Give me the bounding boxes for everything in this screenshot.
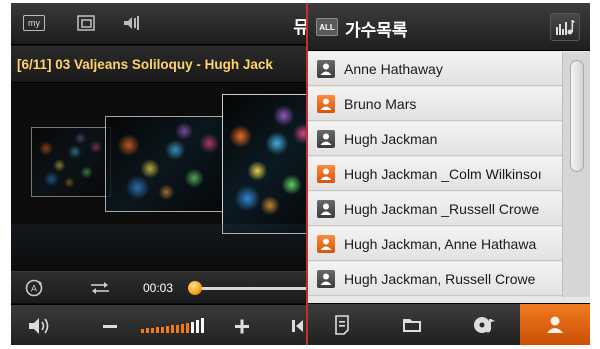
tab-albums[interactable] bbox=[448, 304, 520, 345]
person-icon bbox=[317, 130, 335, 148]
tab-artists[interactable] bbox=[520, 304, 590, 345]
person-icon bbox=[317, 200, 335, 218]
artist-row[interactable]: Hugh Jackman _Colm Wilkinsoı bbox=[308, 157, 562, 191]
all-button[interactable]: ALL bbox=[316, 18, 338, 36]
repeat-icon: A bbox=[25, 279, 43, 297]
equalizer-button[interactable] bbox=[550, 13, 580, 41]
repeat-button[interactable]: A bbox=[21, 277, 47, 299]
artist-row[interactable]: Hugh Jackman _Russell Crowe bbox=[308, 192, 562, 226]
volume-down-button[interactable] bbox=[95, 313, 125, 338]
window-icon bbox=[77, 15, 95, 31]
artist-name: Anne Hathaway bbox=[344, 61, 443, 77]
playback-control-bar: A 00:03 bbox=[11, 271, 313, 303]
speaker-icon bbox=[29, 317, 49, 334]
person-icon bbox=[317, 270, 335, 288]
artist-row[interactable]: Hugh Jackman, Russell Crowe bbox=[308, 262, 562, 296]
artist-name: Hugh Jackman bbox=[344, 131, 438, 147]
shuffle-icon bbox=[91, 282, 109, 294]
music-settings-button[interactable] bbox=[117, 12, 143, 34]
equalizer-icon bbox=[556, 20, 575, 35]
seek-bar[interactable] bbox=[193, 287, 313, 290]
person-icon bbox=[317, 95, 335, 113]
volume-level-indicator bbox=[141, 318, 204, 333]
player-pane: my 뮤 [6/11] 03 Valjeans Soliloquy - Hugh… bbox=[11, 3, 313, 345]
scrollbar-thumb[interactable] bbox=[570, 60, 584, 172]
artist-list-panel: ALL 가수목록 Anne Hathaway Bruno Mars Hugh Jac… bbox=[308, 3, 590, 345]
artist-list-header: ALL 가수목록 bbox=[308, 3, 590, 51]
tab-folders[interactable] bbox=[376, 304, 448, 345]
artist-icon bbox=[547, 316, 563, 333]
artist-name: Hugh Jackman _Colm Wilkinsoı bbox=[344, 166, 542, 182]
now-playing-bar: [6/11] 03 Valjeans Soliloquy - Hugh Jack bbox=[11, 46, 313, 83]
volume-up-button[interactable] bbox=[227, 313, 257, 338]
album-icon bbox=[474, 317, 495, 333]
minus-icon bbox=[103, 324, 117, 328]
album-coverflow[interactable] bbox=[11, 84, 313, 271]
folder-icon bbox=[403, 319, 421, 332]
elapsed-time: 00:03 bbox=[143, 281, 174, 295]
music-player-app: my 뮤 [6/11] 03 Valjeans Soliloquy - Hugh… bbox=[11, 3, 590, 345]
plus-icon bbox=[235, 319, 249, 333]
artist-list-title: 가수목록 bbox=[345, 21, 408, 40]
artist-name: Hugh Jackman _Russell Crowe bbox=[344, 201, 540, 217]
album-art-current[interactable] bbox=[222, 94, 313, 234]
artist-name: Bruno Mars bbox=[344, 96, 417, 112]
tab-playlist[interactable] bbox=[308, 304, 376, 345]
album-art-previous[interactable] bbox=[105, 116, 233, 212]
shuffle-button[interactable] bbox=[87, 277, 113, 299]
window-button[interactable] bbox=[73, 12, 99, 34]
artist-name: Hugh Jackman, Russell Crowe bbox=[344, 271, 536, 287]
person-icon bbox=[317, 165, 335, 183]
document-icon bbox=[335, 315, 349, 335]
player-toolbar: my 뮤 bbox=[11, 3, 313, 45]
artist-row[interactable]: Hugh Jackman, Anne Hathawa bbox=[308, 227, 562, 261]
artist-row[interactable]: Anne Hathaway bbox=[308, 52, 562, 86]
my-button[interactable]: my bbox=[21, 12, 47, 34]
seek-knob[interactable] bbox=[188, 281, 203, 295]
now-playing-text: [6/11] 03 Valjeans Soliloquy - Hugh Jack bbox=[17, 57, 273, 72]
person-icon bbox=[317, 235, 335, 253]
panel-tab-bar bbox=[308, 303, 590, 345]
svg-text:A: A bbox=[31, 285, 38, 295]
coverflow-reflection bbox=[11, 224, 313, 271]
artist-name: Hugh Jackman, Anne Hathawa bbox=[344, 236, 537, 252]
volume-bar bbox=[11, 304, 313, 345]
previous-icon bbox=[292, 319, 303, 332]
my-label: my bbox=[23, 15, 45, 31]
artist-list[interactable]: Anne Hathaway Bruno Mars Hugh Jackman Hugh … bbox=[308, 52, 562, 297]
artist-row[interactable]: Bruno Mars bbox=[308, 87, 562, 121]
artist-row[interactable]: Hugh Jackman bbox=[308, 122, 562, 156]
music-settings-icon bbox=[124, 16, 139, 30]
scrollbar[interactable] bbox=[562, 52, 590, 297]
speaker-button[interactable] bbox=[25, 313, 55, 338]
album-art-previous-2[interactable] bbox=[31, 127, 111, 197]
person-icon bbox=[317, 60, 335, 78]
